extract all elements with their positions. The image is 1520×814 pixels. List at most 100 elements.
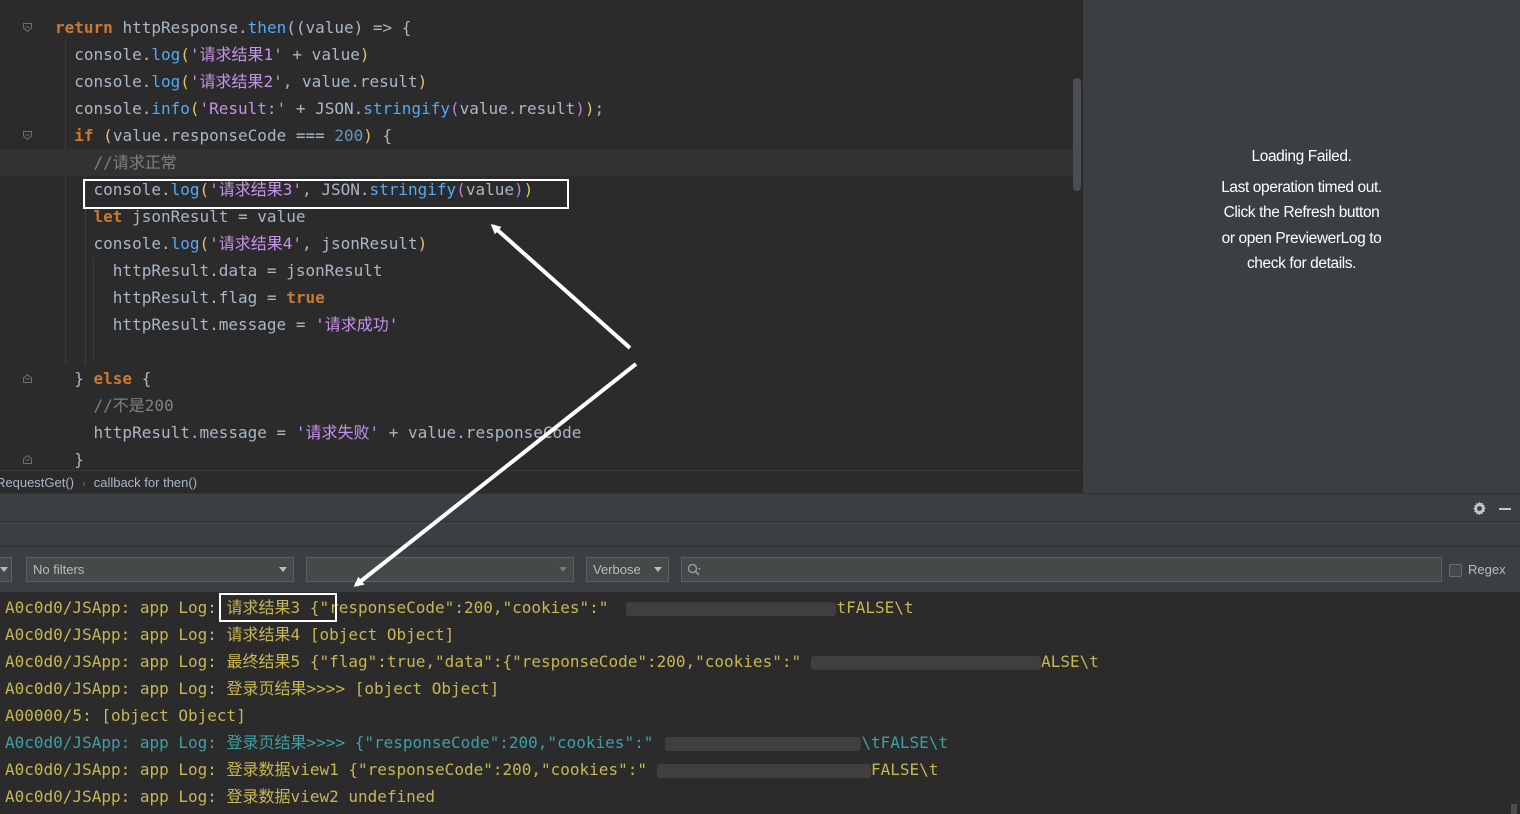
code-token: info <box>151 99 190 118</box>
log-search-field[interactable] <box>681 557 1442 582</box>
code-token: log <box>170 234 200 253</box>
log-line[interactable]: A0c0d0/JSApp: app Log: 登录页结果>>>> [object… <box>5 675 1099 702</box>
log-panel-header <box>0 493 1520 522</box>
log-line[interactable]: A0c0d0/JSApp: app Log: 登录数据view1 {"respo… <box>5 756 1099 783</box>
log-line[interactable]: A0c0d0/JSApp: app Log: 登录页结果>>>> {"respo… <box>5 729 1099 756</box>
code-line[interactable]: } else { <box>55 365 1073 392</box>
code-token: then <box>247 18 287 37</box>
code-token: ) <box>417 72 428 91</box>
fold-arrow-icon[interactable] <box>22 373 33 384</box>
editor-scrollbar[interactable] <box>1073 78 1081 191</box>
code-editor[interactable]: return httpResponse.then((value) => { co… <box>0 0 1083 470</box>
code-line[interactable]: return httpResponse.then((value) => { <box>55 14 1073 41</box>
log-line[interactable]: A0c0d0/JSApp: app Log: 最终结果5 {"flag":tru… <box>5 648 1099 675</box>
redacted-region <box>665 736 862 751</box>
code-token: ) => { <box>353 18 412 37</box>
log-filter-bar: No filters Verbose Regex <box>0 547 1520 592</box>
log-line[interactable]: A00000/5: [object Object] <box>5 702 1099 729</box>
code-token: } <box>55 450 84 469</box>
code-token: '请求成功' <box>315 315 399 334</box>
code-token: jsonResult = value <box>132 207 306 226</box>
preview-error-title: Loading Failed. <box>1251 148 1352 165</box>
code-token: + JSON. <box>286 99 364 118</box>
log-scrollbar[interactable] <box>1511 804 1517 814</box>
code-line[interactable]: } <box>55 446 1073 470</box>
code-lines[interactable]: return httpResponse.then((value) => { co… <box>0 14 1073 470</box>
fold-arrow-icon[interactable] <box>22 130 33 141</box>
search-input[interactable] <box>706 559 1436 580</box>
code-token: return <box>55 18 123 37</box>
code-line[interactable]: //请求正常 <box>0 149 1073 176</box>
code-token: httpResponse. <box>122 18 248 37</box>
code-token: ( <box>199 234 210 253</box>
code-token: value <box>465 180 514 199</box>
code-line[interactable]: let jsonResult = value <box>55 203 1073 230</box>
code-token: + value.responseCode <box>379 423 582 442</box>
log-line-tail: FALSE\t <box>870 760 939 779</box>
code-line[interactable]: console.log('请求结果4', jsonResult) <box>55 230 1073 257</box>
code-token: '请求结果3' <box>209 180 303 199</box>
gear-icon[interactable] <box>1472 501 1487 516</box>
log-line[interactable]: A0c0d0/JSApp: app Log: 请求结果3 {"responseC… <box>5 594 1099 621</box>
code-line[interactable]: console.log('请求结果3', JSON.stringify(valu… <box>55 176 1073 203</box>
code-token: if <box>55 126 104 145</box>
minimize-icon[interactable] <box>1499 508 1511 510</box>
code-token: 200 <box>334 126 364 145</box>
editor-gutter <box>0 0 40 470</box>
code-token: else <box>93 369 133 388</box>
code-token: console. <box>55 45 152 64</box>
code-line[interactable]: httpResult.message = '请求失败' + value.resp… <box>55 419 1073 446</box>
code-line[interactable]: httpResult.data = jsonResult <box>55 257 1073 284</box>
code-token: ; <box>594 99 605 118</box>
log-line-text: A0c0d0/JSApp: app Log: 最终结果5 {"flag":tru… <box>5 652 802 671</box>
code-line[interactable]: httpResult.flag = true <box>55 284 1073 311</box>
regex-checkbox[interactable] <box>1449 564 1462 577</box>
fold-arrow-icon[interactable] <box>22 22 33 33</box>
log-line-text: A0c0d0/JSApp: app Log: 登录数据view1 {"respo… <box>5 760 647 779</box>
code-line[interactable]: if (value.responseCode === 200) { <box>55 122 1073 149</box>
code-line[interactable]: httpResult.message = '请求成功' <box>55 311 1073 338</box>
code-token: //不是200 <box>55 396 174 415</box>
code-token: ) <box>514 180 524 199</box>
filter-combo[interactable]: No filters <box>26 557 294 582</box>
breadcrumb-item[interactable]: RequestGet() <box>0 471 74 494</box>
preview-error-message: Loading Failed. Last operation timed out… <box>1083 144 1520 277</box>
code-token: , JSON. <box>302 180 370 199</box>
breadcrumb-item[interactable]: callback for then() <box>94 471 197 494</box>
log-line-tail: tFALSE\t <box>836 598 914 617</box>
code-token: value.result <box>459 99 576 118</box>
preview-error-text: check for details. <box>1246 255 1357 272</box>
code-token: value.responseCode === <box>112 126 335 145</box>
fold-arrow-icon[interactable] <box>22 454 33 465</box>
log-level-combo[interactable]: Verbose <box>586 557 669 582</box>
code-token: ) <box>417 234 428 253</box>
redacted-region <box>656 763 871 778</box>
code-token: httpResult.data = jsonResult <box>55 261 383 280</box>
process-combo[interactable] <box>306 557 574 582</box>
log-line[interactable]: A0c0d0/JSApp: app Log: 请求结果4 [object Obj… <box>5 621 1099 648</box>
code-token: ( <box>449 99 460 118</box>
log-line-text: A0c0d0/JSApp: app Log: 请求结果3 {"responseC… <box>5 598 609 617</box>
code-line[interactable] <box>55 338 1073 365</box>
preview-error-text: or open PreviewerLog to <box>1221 229 1382 247</box>
log-output[interactable]: A0c0d0/JSApp: app Log: 请求结果3 {"responseC… <box>0 592 1520 814</box>
code-token: ) <box>523 180 534 199</box>
code-token: , value.result <box>282 72 418 91</box>
code-token: 'Result:' <box>199 99 287 118</box>
code-token: '请求结果2' <box>189 72 283 91</box>
code-token: , jsonResult <box>302 234 418 253</box>
code-line[interactable]: console.info('Result:' + JSON.stringify(… <box>55 95 1073 122</box>
log-line-text: A0c0d0/JSApp: app Log: 请求结果4 [object Obj… <box>5 625 455 644</box>
code-token: httpResult.message = <box>55 315 316 334</box>
search-icon <box>686 562 702 578</box>
device-combo[interactable] <box>0 557 12 582</box>
log-line-text: A00000/5: [object Object] <box>5 706 246 725</box>
code-line[interactable]: //不是200 <box>55 392 1073 419</box>
log-line-tail: \tFALSE\t <box>861 733 949 752</box>
code-line[interactable]: console.log('请求结果2', value.result) <box>55 68 1073 95</box>
code-token: log <box>151 72 181 91</box>
log-level-value: Verbose <box>593 562 641 577</box>
log-line-text: A0c0d0/JSApp: app Log: 登录页结果>>>> [object… <box>5 679 500 698</box>
code-line[interactable]: console.log('请求结果1' + value) <box>55 41 1073 68</box>
log-line[interactable]: A0c0d0/JSApp: app Log: 登录数据view2 undefin… <box>5 783 1099 810</box>
